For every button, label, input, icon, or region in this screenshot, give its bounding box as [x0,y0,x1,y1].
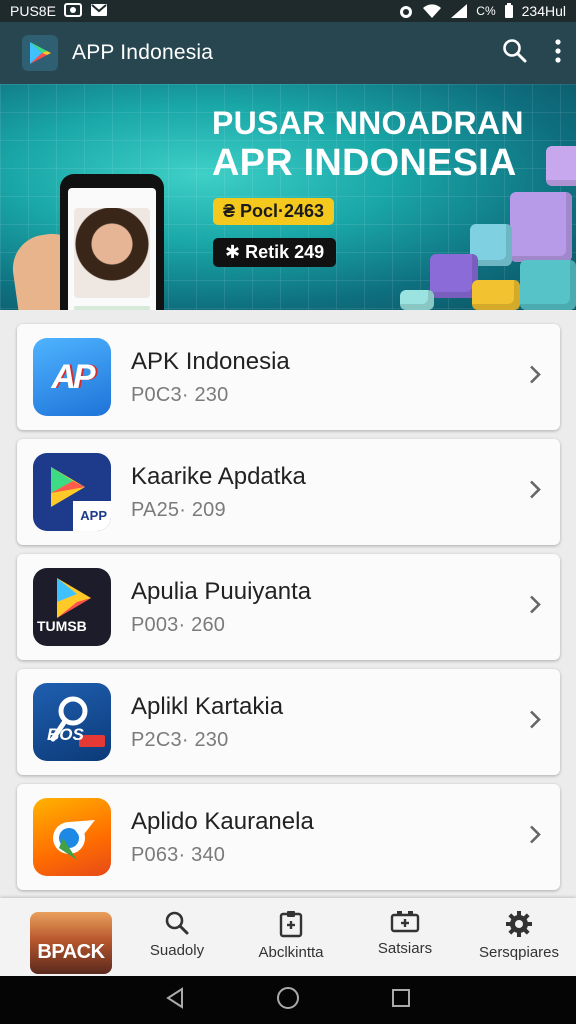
app-code: P0C3· 230 [131,383,229,406]
signal-icon [450,3,468,19]
play-logo-icon [22,35,58,71]
nav-item-battery[interactable]: Satsiars [350,910,460,957]
app-icon-label: APP [80,508,107,523]
search-icon [122,910,232,936]
banner-title-line1: PUSAR NNOADRAN [212,105,524,141]
battery-plus-icon [350,910,460,934]
app-icon-label: TUMSB [37,618,87,634]
more-options-icon[interactable] [554,38,562,69]
cube-decoration [472,280,520,310]
nav-label: Sersqpiares [478,944,560,961]
photo-notification-icon [63,2,82,20]
home-icon[interactable] [276,986,300,1015]
banner-badge-dark: ✱ Retik 249 [213,238,337,267]
cube-decoration [400,290,434,310]
app-name: Kaarike Apdatka [131,462,306,490]
list-item[interactable]: APP Kaarike Apdatka PA25· 209 [17,439,560,545]
nav-label: Suadoly [149,942,205,959]
mail-notification-icon [90,3,108,20]
nav-thumbnail-label: BPACK [37,941,105,963]
chrome-like-icon [33,798,111,876]
clipboard-icon [236,910,346,938]
chevron-right-icon [528,709,542,736]
app-code: P003· 260 [131,613,226,636]
bos-icon: BOS [33,683,111,761]
search-icon[interactable] [502,38,528,69]
app-code: P063· 340 [131,843,226,866]
alarm-icon [398,3,414,19]
cube-decoration [510,192,572,262]
list-item[interactable]: TUMSB Apulia Puuiyanta P003· 260 [17,554,560,660]
nav-label: Satsiars [377,940,433,957]
recents-icon[interactable] [391,988,411,1013]
nav-item-search[interactable]: Suadoly [122,910,232,959]
battery-icon [504,3,514,19]
app-name: APK Indonesia [131,347,290,375]
cube-decoration [546,146,576,186]
app-name: Aplido Kauranela [131,807,314,835]
cube-decoration [520,260,576,310]
app-name: Apulia Puuiyanta [131,577,312,605]
chevron-right-icon [528,824,542,851]
phone-illustration [60,174,164,310]
banner-badge-yellow: ₴ Pocl·2463 [213,198,335,225]
app-code: P2C3· 230 [131,728,229,751]
list-item[interactable]: BOS Aplikl Kartakia P2C3· 230 [17,669,560,775]
play-tumsb-icon: TUMSB [33,568,111,646]
battery-text: C% [476,4,496,18]
back-icon[interactable] [165,986,185,1014]
profile-photo-image [74,208,150,298]
gear-icon [464,910,574,938]
system-navigation-bar [0,976,576,1024]
list-item[interactable]: AP APK Indonesia P0C3· 230 [17,324,560,430]
cube-decoration [430,254,478,298]
chevron-right-icon [528,364,542,391]
status-bar: PUS8E C% 234Hul [0,0,576,22]
chevron-right-icon [528,594,542,621]
status-carrier-text: PUS8E [10,3,56,19]
wifi-icon [422,3,442,19]
nav-thumbnail[interactable]: BPACK [30,912,112,974]
chevron-right-icon [528,479,542,506]
app-code: PA25· 209 [131,498,226,521]
banner-title-line2: APR INDONESIA [212,141,517,184]
status-time: 234Hul [521,3,566,19]
app-title: APP Indonesia [72,41,214,64]
ap-logo-icon: AP [33,338,111,416]
list-item[interactable]: Aplido Kauranela P063· 340 [17,784,560,890]
bottom-navigation: BPACK Suadoly Abclkintta Satsiars Sersqp… [0,898,576,976]
promo-banner[interactable]: PUSAR NNOADRAN APR INDONESIA ₴ Pocl·2463… [0,84,576,310]
app-icon-label: BOS [47,725,84,744]
nav-item-clipboard[interactable]: Abclkintta [236,910,346,961]
app-name: Aplikl Kartakia [131,692,284,720]
app-icon-label: AP [51,357,95,396]
nav-label: Abclkintta [258,944,324,961]
app-bar: APP Indonesia [0,22,576,84]
nav-item-settings[interactable]: Sersqpiares [464,910,574,961]
play-app-icon: APP [33,453,111,531]
